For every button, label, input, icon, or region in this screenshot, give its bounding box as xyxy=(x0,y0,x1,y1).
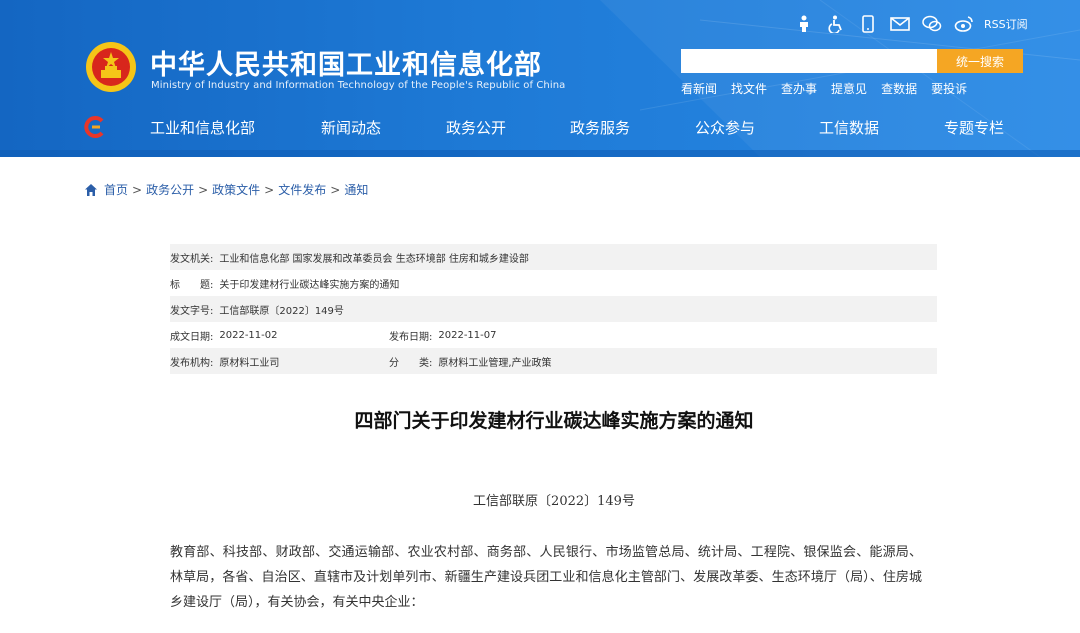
breadcrumb-gov-affairs[interactable]: 政务公开 xyxy=(146,181,194,198)
meta-title-value: 关于印发建材行业碳达峰实施方案的通知 xyxy=(219,279,400,291)
meta-doc-no-value: 工信部联原〔2022〕149号 xyxy=(219,305,344,317)
article-doc-number: 工信部联原〔2022〕149号 xyxy=(473,494,635,509)
meta-created-value: 2022-11-02 xyxy=(219,329,278,341)
quick-link-complaint[interactable]: 要投诉 xyxy=(931,80,967,97)
meta-created-label: 成文日期: xyxy=(170,331,214,343)
meta-row-title: 标 题: 关于印发建材行业碳达峰实施方案的通知 xyxy=(170,270,937,296)
quick-link-data[interactable]: 查数据 xyxy=(881,80,917,97)
meta-title-label: 标 题: xyxy=(170,279,214,291)
nav-item-ministry[interactable]: 工业和信息化部 xyxy=(150,117,255,138)
top-icon-bar: RSS订阅 xyxy=(788,12,1028,36)
meta-published-label: 发布日期: xyxy=(389,331,433,343)
breadcrumb-separator: > xyxy=(264,182,275,197)
search-button[interactable]: 统一搜索 xyxy=(937,49,1023,73)
site-header: 中华人民共和国工业和信息化部 Ministry of Industry and … xyxy=(0,0,1080,157)
article-body: 教育部、科技部、财政部、交通运输部、农业农村部、商务部、人民银行、市场监管总局、… xyxy=(170,545,922,610)
meta-category-label: 分 类: xyxy=(389,357,433,369)
nav-item-special-topics[interactable]: 专题专栏 xyxy=(944,117,1004,138)
mail-icon[interactable] xyxy=(884,12,916,36)
breadcrumb-policy-docs[interactable]: 政策文件 xyxy=(212,181,260,198)
national-emblem-icon xyxy=(86,42,136,92)
nav-item-gov-services[interactable]: 政务服务 xyxy=(570,117,630,138)
quick-links: 看新闻 找文件 查办事 提意见 查数据 要投诉 xyxy=(681,80,967,97)
quick-link-news[interactable]: 看新闻 xyxy=(681,80,717,97)
main-nav: 工业和信息化部 新闻动态 政务公开 政务服务 公众参与 工信数据 专题专栏 xyxy=(0,108,1080,148)
breadcrumb-home[interactable]: 首页 xyxy=(104,181,128,198)
home-icon xyxy=(85,183,97,196)
meta-issuer-value: 工业和信息化部 国家发展和改革委员会 生态环境部 住房和城乡建设部 xyxy=(219,253,529,265)
quick-link-feedback[interactable]: 提意见 xyxy=(831,80,867,97)
search-input[interactable] xyxy=(681,49,937,73)
site-title: 中华人民共和国工业和信息化部 xyxy=(150,50,542,81)
accessibility-icon[interactable] xyxy=(820,12,852,36)
ministry-logo-icon[interactable] xyxy=(84,116,106,138)
meta-org-label: 发布机构: xyxy=(170,357,214,369)
meta-row-doc-no: 发文字号: 工信部联原〔2022〕149号 xyxy=(170,296,937,322)
quick-link-services[interactable]: 查办事 xyxy=(781,80,817,97)
breadcrumb-separator: > xyxy=(132,182,143,197)
meta-category-value: 原材料工业管理,产业政策 xyxy=(438,357,552,369)
breadcrumb-separator: > xyxy=(330,182,341,197)
elder-mode-icon[interactable] xyxy=(788,12,820,36)
nav-item-gov-affairs[interactable]: 政务公开 xyxy=(446,117,506,138)
weibo-icon[interactable] xyxy=(948,12,980,36)
nav-item-news[interactable]: 新闻动态 xyxy=(321,117,381,138)
meta-row-issuer: 发文机关: 工业和信息化部 国家发展和改革委员会 生态环境部 住房和城乡建设部 xyxy=(170,244,937,270)
breadcrumb-notice[interactable]: 通知 xyxy=(344,181,368,198)
wechat-icon[interactable] xyxy=(916,12,948,36)
quick-link-files[interactable]: 找文件 xyxy=(731,80,767,97)
meta-row-dates: 成文日期: 2022-11-02 发布日期: 2022-11-07 xyxy=(170,322,937,348)
breadcrumb-separator: > xyxy=(198,182,209,197)
mobile-icon[interactable] xyxy=(852,12,884,36)
article-title: 四部门关于印发建材行业碳达峰实施方案的通知 xyxy=(354,410,754,432)
meta-org-value: 原材料工业司 xyxy=(219,357,280,369)
meta-doc-no-label: 发文字号: xyxy=(170,305,214,317)
nav-item-data[interactable]: 工信数据 xyxy=(819,117,879,138)
rss-subscribe-link[interactable]: RSS订阅 xyxy=(984,16,1028,32)
meta-issuer-label: 发文机关: xyxy=(170,253,214,265)
meta-published-value: 2022-11-07 xyxy=(438,329,497,341)
breadcrumb: 首页 > 政务公开 > 政策文件 > 文件发布 > 通知 xyxy=(84,181,368,198)
site-subtitle: Ministry of Industry and Information Tec… xyxy=(151,80,566,91)
nav-item-public-participation[interactable]: 公众参与 xyxy=(695,117,755,138)
document-meta-table: 发文机关: 工业和信息化部 国家发展和改革委员会 生态环境部 住房和城乡建设部 … xyxy=(170,244,937,374)
meta-row-org: 发布机构: 原材料工业司 分 类: 原材料工业管理,产业政策 xyxy=(170,348,937,374)
breadcrumb-doc-release[interactable]: 文件发布 xyxy=(278,181,326,198)
